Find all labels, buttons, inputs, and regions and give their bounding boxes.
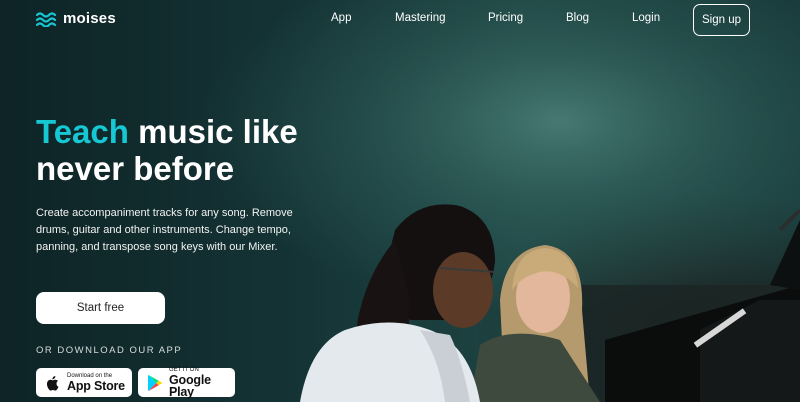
hero-headline: Teach music like never before [36, 113, 356, 187]
headline-accent: Teach [36, 113, 129, 150]
app-store-label: App Store [67, 378, 125, 393]
top-nav: moises App Mastering Pricing Blog Login … [0, 0, 800, 40]
google-play-label: Google Play [169, 372, 211, 399]
nav-link-login[interactable]: Login [632, 12, 660, 24]
download-app-label: OR DOWNLOAD OUR APP [36, 345, 183, 356]
hero-subtext: Create accompaniment tracks for any song… [36, 207, 293, 253]
google-play-small-label: GET IT ON [169, 366, 199, 373]
brand-name: moises [63, 10, 116, 27]
headline-rest-1: music like [138, 113, 298, 150]
apple-icon [46, 375, 59, 391]
signup-button[interactable]: Sign up [693, 4, 750, 36]
brand-logo[interactable]: moises [36, 10, 116, 27]
nav-link-mastering[interactable]: Mastering [395, 12, 446, 24]
hero-photo [300, 0, 800, 402]
moises-wave-icon [36, 11, 57, 27]
nav-link-pricing[interactable]: Pricing [488, 12, 523, 24]
nav-link-app[interactable]: App [331, 12, 351, 24]
start-free-button[interactable]: Start free [36, 292, 165, 324]
google-play-button[interactable]: GET IT ON Google Play [138, 366, 235, 399]
nav-link-blog[interactable]: Blog [566, 12, 589, 24]
google-play-icon [148, 374, 162, 391]
app-store-button[interactable]: Download on the App Store [36, 368, 132, 397]
app-store-small-label: Download on the [67, 372, 113, 379]
headline-rest-2: never before [36, 150, 235, 187]
